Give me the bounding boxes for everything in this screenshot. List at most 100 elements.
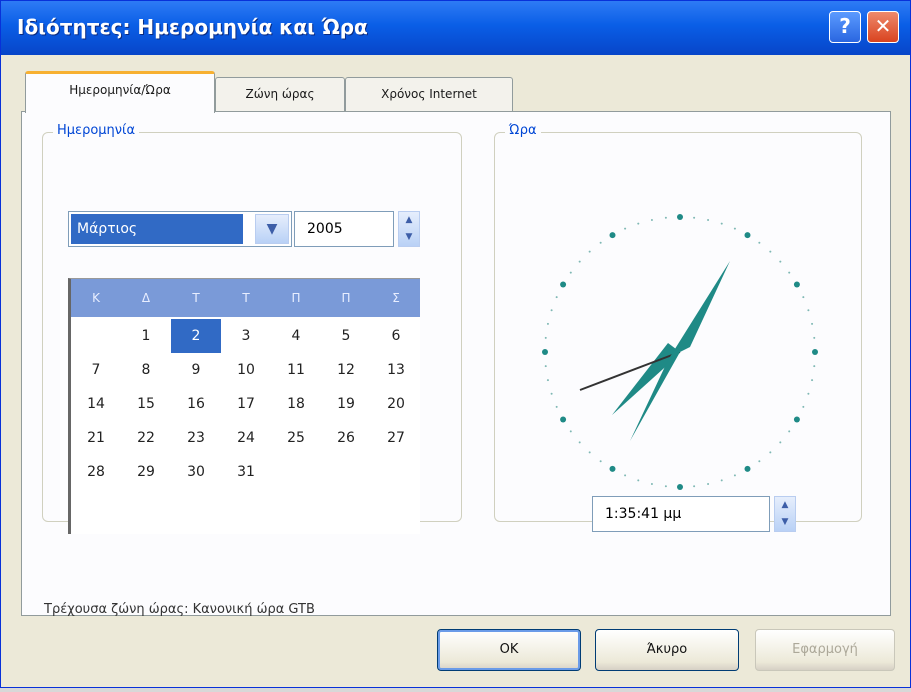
minute-marker	[578, 441, 581, 444]
time-spinner[interactable]: ▲ ▼	[774, 496, 796, 532]
calendar-day[interactable]: 7	[71, 353, 121, 387]
hour-marker	[812, 349, 818, 355]
minute-marker	[624, 474, 627, 477]
time-input[interactable]: 1:35:41 μμ	[592, 496, 770, 532]
calendar-day[interactable]: 18	[271, 387, 321, 421]
calendar-day[interactable]: 10	[221, 353, 271, 387]
calendar-day[interactable]: 23	[171, 421, 221, 455]
calendar-day[interactable]: 24	[221, 421, 271, 455]
weekday-header: Κ	[92, 291, 100, 305]
calendar-day[interactable]: 29	[121, 455, 171, 489]
minute-marker	[813, 336, 816, 339]
spin-up-icon[interactable]: ▲	[775, 497, 795, 514]
hour-marker	[542, 349, 548, 355]
tab-internet-time[interactable]: Χρόνος Internet	[345, 77, 513, 111]
hour-marker	[560, 416, 567, 423]
spin-down-icon[interactable]: ▼	[775, 514, 795, 531]
minute-marker	[599, 241, 602, 244]
minute-marker	[788, 271, 791, 274]
minute-marker	[811, 322, 814, 325]
calendar-day[interactable]: 13	[371, 353, 421, 387]
minute-marker	[802, 296, 805, 299]
calendar-day[interactable]: 14	[71, 387, 121, 421]
minute-marker	[769, 451, 772, 454]
calendar-day[interactable]: 9	[171, 353, 221, 387]
minute-marker	[707, 218, 710, 221]
minute-marker	[588, 451, 591, 454]
calendar-day[interactable]: 21	[71, 421, 121, 455]
minute-marker	[624, 227, 627, 230]
calendar-day[interactable]: 30	[171, 455, 221, 489]
minute-marker	[758, 241, 761, 244]
date-group-label: Ημερομηνία	[53, 123, 140, 138]
year-input[interactable]: 2005	[294, 211, 394, 247]
cancel-button[interactable]: Άκυρο	[595, 629, 739, 671]
hour-marker	[560, 281, 567, 288]
minute-marker	[733, 227, 736, 230]
minute-marker	[664, 216, 667, 219]
minute-marker	[555, 405, 558, 408]
hour-marker	[744, 465, 751, 472]
help-button[interactable]: ?	[829, 11, 861, 43]
calendar-day[interactable]: 20	[371, 387, 421, 421]
calendar-day[interactable]: 11	[271, 353, 321, 387]
minute-marker	[546, 379, 549, 382]
close-button[interactable]: ✕	[867, 11, 899, 43]
calendar-day[interactable]: 28	[71, 455, 121, 489]
tab-time-zone[interactable]: Ζώνη ώρας	[215, 77, 345, 111]
minute-marker	[720, 222, 723, 225]
minute-hand	[630, 261, 730, 441]
weekday-header: Π	[341, 291, 351, 305]
weekday-header: Τ	[242, 291, 250, 305]
calendar-day-selected[interactable]: 2	[171, 319, 221, 353]
current-timezone-label: Τρέχουσα ζώνη ώρας: Κανονική ώρα GTB	[44, 602, 315, 617]
hour-marker	[793, 281, 800, 288]
minute-marker	[758, 460, 761, 463]
calendar-day[interactable]: 22	[121, 421, 171, 455]
calendar-day[interactable]: 3	[221, 319, 271, 353]
minute-marker	[578, 260, 581, 263]
month-calendar[interactable]: ΚΔΤΤΠΠΣ 1 2 3 4 5 6 7 8 9 10 11 12 13 14 15 16 17 18 19 20 2…	[68, 278, 420, 534]
calendar-day[interactable]: 17	[221, 387, 271, 421]
window-title: Ιδιότητες: Ημερομηνία και Ώρα	[17, 15, 368, 39]
hour-marker	[677, 484, 683, 490]
minute-marker	[664, 485, 667, 488]
minute-marker	[650, 483, 653, 486]
minute-marker	[769, 250, 772, 253]
hour-marker	[609, 232, 616, 239]
minute-marker	[811, 379, 814, 382]
title-bar[interactable]: Ιδιότητες: Ημερομηνία και Ώρα ? ✕	[1, 1, 910, 55]
tab-date-time[interactable]: Ημερομηνία/Ώρα	[25, 71, 215, 113]
calendar-day[interactable]: 1	[121, 319, 171, 353]
tab-panel-date-time: Ημερομηνία Μάρτιος ▼ 2005 ▲ ▼ ΚΔΤΤΠΠΣ 12…	[21, 111, 891, 617]
calendar-day[interactable]: 5	[321, 319, 371, 353]
year-spinner[interactable]: ▲ ▼	[398, 211, 420, 247]
hour-marker	[793, 416, 800, 423]
calendar-day[interactable]: 12	[321, 353, 371, 387]
calendar-day[interactable]: 4	[271, 319, 321, 353]
calendar-day[interactable]: 8	[121, 353, 171, 387]
minute-marker	[807, 392, 810, 395]
calendar-day[interactable]: 16	[171, 387, 221, 421]
minute-marker	[707, 483, 710, 486]
calendar-day[interactable]: 19	[321, 387, 371, 421]
chevron-down-icon[interactable]: ▼	[255, 214, 289, 244]
calendar-day[interactable]: 27	[371, 421, 421, 455]
calendar-day[interactable]: 25	[271, 421, 321, 455]
calendar-day[interactable]: 6	[371, 319, 421, 353]
spin-down-icon[interactable]: ▼	[399, 229, 419, 246]
minute-marker	[550, 392, 553, 395]
minute-marker	[550, 309, 553, 312]
calendar-day[interactable]: 31	[221, 455, 271, 489]
calendar-day[interactable]: 26	[321, 421, 371, 455]
minute-marker	[569, 430, 572, 433]
spin-up-icon[interactable]: ▲	[399, 212, 419, 229]
ok-button[interactable]: OK	[437, 629, 581, 671]
apply-button[interactable]: Εφαρμογή	[755, 629, 895, 671]
minute-marker	[599, 460, 602, 463]
analog-clock	[542, 214, 818, 490]
calendar-day[interactable]: 15	[121, 387, 171, 421]
minute-marker	[813, 365, 816, 368]
month-dropdown[interactable]: Μάρτιος ▼	[68, 211, 292, 247]
minute-marker	[569, 271, 572, 274]
